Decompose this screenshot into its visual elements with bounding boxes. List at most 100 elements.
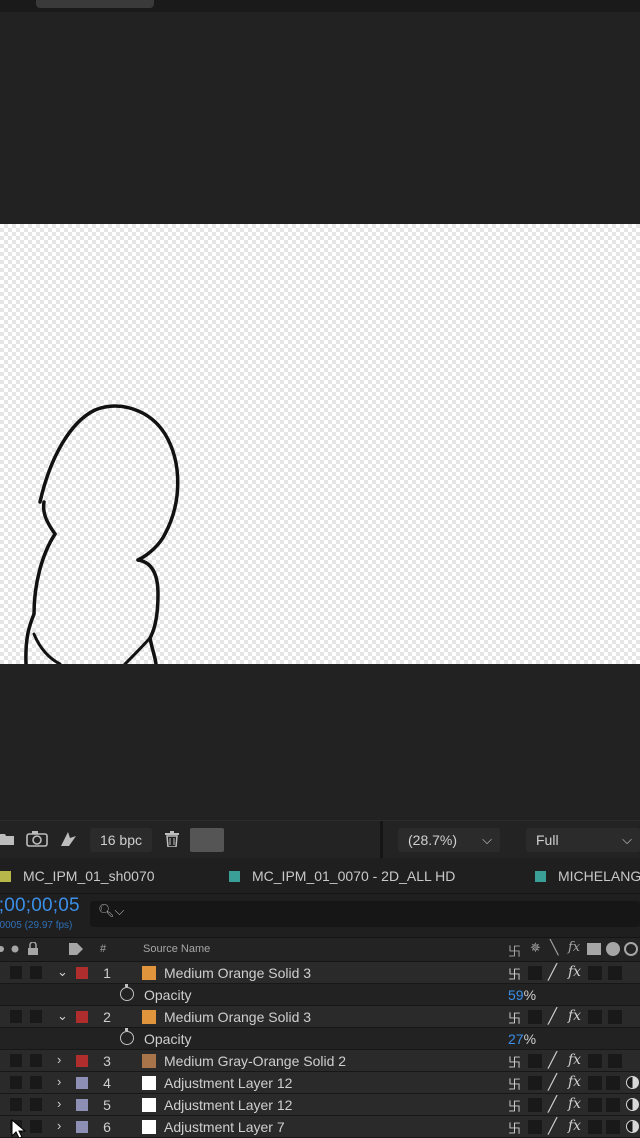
motion-blur-switch[interactable] [608, 1054, 622, 1068]
layer-label-color[interactable] [76, 967, 88, 979]
layer-row[interactable]: › 3 Medium Gray-Orange Solid 2 卐 ╱ fx [0, 1050, 640, 1072]
current-time-display[interactable]: 0;00;00;05 [0, 895, 80, 917]
layer-source-name[interactable]: Adjustment Layer 12 [164, 1075, 292, 1091]
chevron-right-icon[interactable]: › [57, 1118, 61, 1133]
frame-blend-switch[interactable] [588, 1076, 602, 1090]
property-row[interactable]: Opacity 27% [0, 1028, 640, 1050]
solo-switch[interactable] [30, 1010, 42, 1023]
collapse-switch[interactable] [528, 1098, 542, 1112]
chevron-right-icon[interactable]: › [57, 1052, 61, 1067]
motion-blur-switch[interactable] [606, 1098, 620, 1112]
solo-switch[interactable] [30, 1076, 42, 1089]
chevron-down-icon[interactable]: ⌄ [57, 1008, 68, 1024]
chevron-down-icon[interactable]: ⌄ [57, 964, 68, 980]
shy-switch[interactable]: 卐 [508, 1096, 521, 1115]
layer-row[interactable]: ⌄ 2 Medium Orange Solid 3 卐 ╱ fx [0, 1006, 640, 1028]
motion-blur-switch[interactable] [606, 1120, 620, 1134]
collapse-switch[interactable] [528, 1120, 542, 1134]
motion-blur-switch[interactable] [608, 966, 622, 980]
folder-icon[interactable] [0, 830, 14, 848]
solo-switch[interactable] [30, 966, 42, 979]
chevron-right-icon[interactable]: › [57, 1096, 61, 1111]
video-switch[interactable] [10, 1098, 22, 1111]
effects-switch[interactable]: fx [568, 1118, 581, 1134]
composition-canvas[interactable] [0, 224, 640, 664]
layer-number: 3 [103, 1053, 111, 1069]
stopwatch-icon[interactable] [120, 1028, 134, 1045]
layer-source-name[interactable]: Medium Gray-Orange Solid 2 [164, 1053, 346, 1069]
solo-switch[interactable] [30, 1054, 42, 1067]
frame-blend-switch[interactable] [588, 966, 602, 980]
layer-row[interactable]: › 6 Adjustment Layer 7 卐 ╱ fx [0, 1116, 640, 1138]
quality-switch[interactable]: ╱ [548, 1051, 557, 1069]
layer-source-name[interactable]: Adjustment Layer 12 [164, 1097, 292, 1113]
shy-switch[interactable]: 卐 [508, 1052, 521, 1071]
video-switch[interactable] [10, 1010, 22, 1023]
solo-switch[interactable] [30, 1120, 42, 1133]
opacity-value[interactable]: 27% [508, 1031, 536, 1047]
layer-row[interactable]: ⌄ 1 Medium Orange Solid 3 卐 ╱ fx [0, 962, 640, 984]
video-switch[interactable] [10, 1076, 22, 1089]
viewer-tab[interactable] [36, 0, 154, 8]
frame-blend-switch[interactable] [588, 1098, 602, 1112]
effects-switch[interactable]: fx [568, 1008, 581, 1024]
tab-comp-sh0070[interactable]: MC_IPM_01_sh0070 [0, 858, 155, 894]
layer-label-color[interactable] [76, 1077, 88, 1089]
effects-switch[interactable]: fx [568, 1074, 581, 1090]
zoom-dropdown[interactable]: (28.7%) ⌵ [398, 828, 500, 852]
shy-switch[interactable]: 卐 [508, 1008, 521, 1027]
adjustment-layer-icon[interactable] [626, 1120, 639, 1133]
frame-blend-switch[interactable] [588, 1120, 602, 1134]
frame-blend-switch[interactable] [588, 1010, 602, 1024]
snapshot-camera-icon[interactable] [26, 830, 48, 848]
layer-search-input[interactable]: 🔍︎⌵ [90, 901, 640, 927]
layer-row[interactable]: › 4 Adjustment Layer 12 卐 ╱ fx [0, 1072, 640, 1094]
layer-row[interactable]: › 5 Adjustment Layer 12 卐 ╱ fx [0, 1094, 640, 1116]
quality-switch[interactable]: ╱ [548, 1073, 557, 1091]
effects-switch[interactable]: fx [568, 1096, 581, 1112]
tab-label: MICHELANG [558, 868, 640, 884]
shy-switch[interactable]: 卐 [508, 1118, 521, 1137]
collapse-switch[interactable] [528, 1054, 542, 1068]
show-snapshot-icon[interactable] [58, 830, 78, 848]
layer-label-color[interactable] [76, 1055, 88, 1067]
effects-switch[interactable]: fx [568, 1052, 581, 1068]
collapse-switch[interactable] [528, 1010, 542, 1024]
video-switch[interactable] [10, 966, 22, 979]
layer-number: 5 [103, 1097, 111, 1113]
tab-comp-michelang[interactable]: MICHELANG [535, 858, 640, 894]
motion-blur-switch[interactable] [606, 1076, 620, 1090]
trash-icon[interactable] [164, 830, 180, 848]
layer-source-name[interactable]: Adjustment Layer 7 [164, 1119, 285, 1135]
layer-source-name[interactable]: Medium Orange Solid 3 [164, 1009, 311, 1025]
motion-blur-switch[interactable] [608, 1010, 622, 1024]
resolution-dropdown[interactable]: Full ⌵ [526, 828, 640, 852]
shy-switch[interactable]: 卐 [508, 1074, 521, 1093]
collapse-switch[interactable] [528, 966, 542, 980]
stopwatch-icon[interactable] [120, 984, 134, 1001]
bit-depth-button[interactable]: 16 bpc [90, 828, 152, 852]
tab-comp-0070-2d[interactable]: MC_IPM_01_0070 - 2D_ALL HD [229, 858, 455, 894]
collapse-switch[interactable] [528, 1076, 542, 1090]
layer-label-color[interactable] [76, 1011, 88, 1023]
layer-source-name[interactable]: Medium Orange Solid 3 [164, 965, 311, 981]
layer-label-color[interactable] [76, 1099, 88, 1111]
effects-switch[interactable]: fx [568, 964, 581, 980]
opacity-value[interactable]: 59% [508, 987, 536, 1003]
property-row[interactable]: Opacity 59% [0, 984, 640, 1006]
quality-switch[interactable]: ╱ [548, 1095, 557, 1113]
quality-switch[interactable]: ╱ [548, 963, 557, 981]
layer-label-color[interactable] [76, 1121, 88, 1133]
adjustment-layer-icon[interactable] [626, 1076, 639, 1089]
quality-switch[interactable]: ╱ [548, 1007, 557, 1025]
color-swatch[interactable] [190, 828, 224, 852]
adjustment-layer-icon[interactable] [626, 1098, 639, 1111]
quality-switch[interactable]: ╱ [548, 1117, 557, 1135]
chevron-right-icon[interactable]: › [57, 1074, 61, 1089]
shy-switch[interactable]: 卐 [508, 964, 521, 983]
frame-blend-switch[interactable] [588, 1054, 602, 1068]
solo-switch[interactable] [30, 1098, 42, 1111]
toolbar-divider [380, 821, 383, 859]
column-source-name-header[interactable]: Source Name [143, 943, 210, 955]
video-switch[interactable] [10, 1054, 22, 1067]
